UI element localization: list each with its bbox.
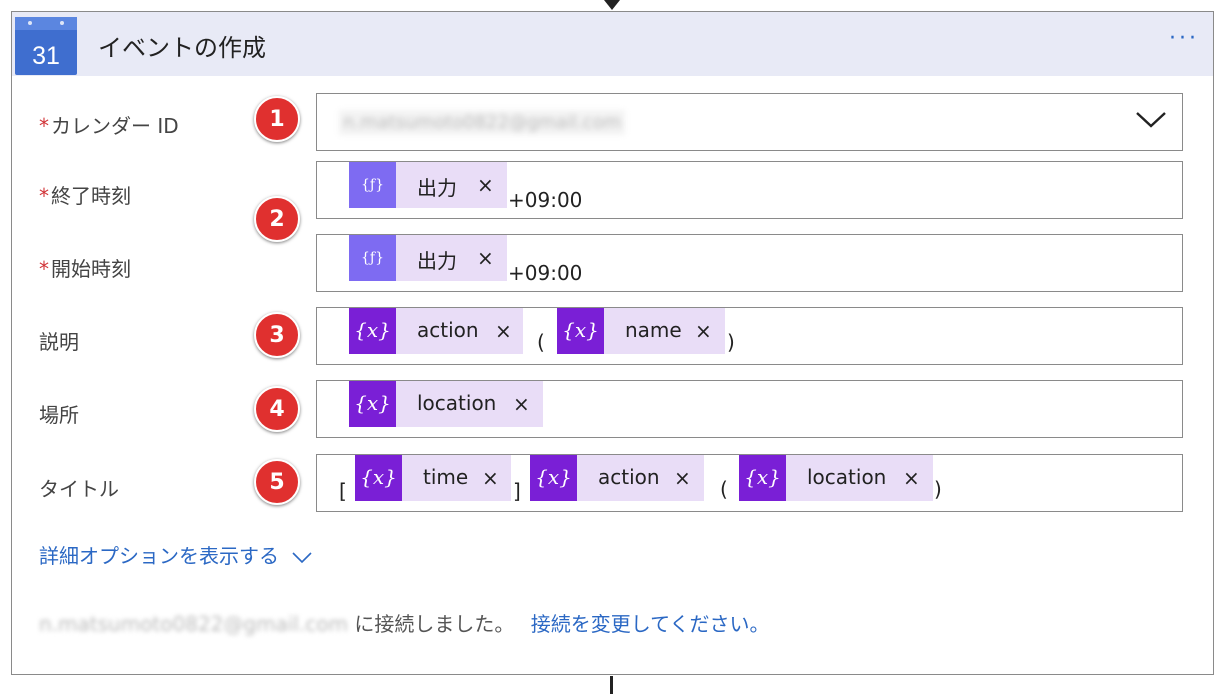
close-bracket: ] [513,479,521,503]
variable-icon: {x} [739,455,786,501]
expression-token[interactable]: {ƒ} 出力 × [349,162,507,208]
close-paren: ) [934,477,942,501]
flow-connector-line [610,676,613,694]
connection-text: に接続しました。 [354,612,515,636]
chevron-down-icon [292,551,312,563]
token-label: location [417,391,497,415]
open-paren: ( [720,477,728,501]
connection-status: n.matsumoto0822@gmail.com に接続しました。 接続を変更… [39,608,770,637]
token-label: 出力 [417,249,457,273]
expression-token[interactable]: {ƒ} 出力 × [349,235,507,281]
chevron-down-icon[interactable] [1134,108,1168,130]
required-marker: * [39,114,49,138]
description-label: 説明 [39,330,79,354]
variable-icon: {x} [530,455,577,501]
token-label: location [807,465,887,489]
change-connection-link[interactable]: 接続を変更してください。 [531,612,770,636]
remove-token-icon[interactable]: × [477,173,494,197]
variable-token[interactable]: {x} location × [349,381,543,427]
step-badge-2: 2 [254,196,300,242]
variable-token[interactable]: {x} action × [530,455,704,501]
expression-icon: {ƒ} [349,235,396,281]
card-header[interactable]: 31 イベントの作成 ··· [12,12,1213,76]
token-label: 出力 [417,176,457,200]
remove-token-icon[interactable]: × [674,466,691,490]
variable-token[interactable]: {x} name × [557,308,725,354]
location-label: 場所 [39,403,79,427]
google-calendar-icon: 31 [15,17,77,75]
close-paren: ) [727,330,735,354]
remove-token-icon[interactable]: × [513,392,530,416]
calendar-id-label: * カレンダー ID [39,114,179,138]
calendar-id-value: n.matsumoto0822@gmail.com [339,110,626,135]
location-input[interactable]: {x} location × [316,380,1183,438]
remove-token-icon[interactable]: × [482,466,499,490]
variable-icon: {x} [349,308,396,354]
token-label: name [625,318,682,342]
open-paren: ( [537,330,545,354]
advanced-options-label: 詳細オプションを表示する [39,544,279,568]
connection-email: n.matsumoto0822@gmail.com [39,612,349,636]
remove-token-icon[interactable]: × [903,466,920,490]
more-options-icon[interactable]: ··· [1169,26,1199,51]
start-time-label: * 開始時刻 [39,257,131,281]
token-label: time [423,465,469,489]
remove-token-icon[interactable]: × [477,246,494,270]
calendar-icon-number: 31 [32,42,60,70]
step-badge-5: 5 [254,459,300,505]
title-label: タイトル [39,477,119,501]
variable-icon: {x} [349,381,396,427]
required-marker: * [39,257,49,281]
title-input[interactable]: [ {x} time × ] {x} action × ( {x} locati… [316,454,1183,512]
variable-token[interactable]: {x} time × [355,455,511,501]
open-bracket: [ [339,479,347,503]
calendar-id-select[interactable]: n.matsumoto0822@gmail.com [316,93,1183,151]
create-event-action-card: 31 イベントの作成 ··· * カレンダー ID 1 n.matsumoto08… [11,11,1214,675]
show-advanced-options-link[interactable]: 詳細オプションを表示する [39,540,313,569]
end-time-label: * 終了時刻 [39,184,131,208]
token-label: action [598,465,660,489]
variable-icon: {x} [557,308,604,354]
end-time-input[interactable]: {ƒ} 出力 × +09:00 [316,161,1183,219]
variable-icon: {x} [355,455,402,501]
time-suffix: +09:00 [508,188,583,212]
step-badge-3: 3 [254,312,300,358]
expression-icon: {ƒ} [349,162,396,208]
remove-token-icon[interactable]: × [495,319,512,343]
description-input[interactable]: {x} action × ( {x} name × ) [316,307,1183,365]
token-label: action [417,318,479,342]
step-badge-4: 4 [254,386,300,432]
variable-token[interactable]: {x} action × [349,308,523,354]
variable-token[interactable]: {x} location × [739,455,933,501]
time-suffix: +09:00 [508,261,583,285]
start-time-input[interactable]: {ƒ} 出力 × +09:00 [316,234,1183,292]
required-marker: * [39,184,49,208]
remove-token-icon[interactable]: × [695,319,712,343]
step-badge-1: 1 [254,96,300,142]
card-title: イベントの作成 [98,34,266,62]
